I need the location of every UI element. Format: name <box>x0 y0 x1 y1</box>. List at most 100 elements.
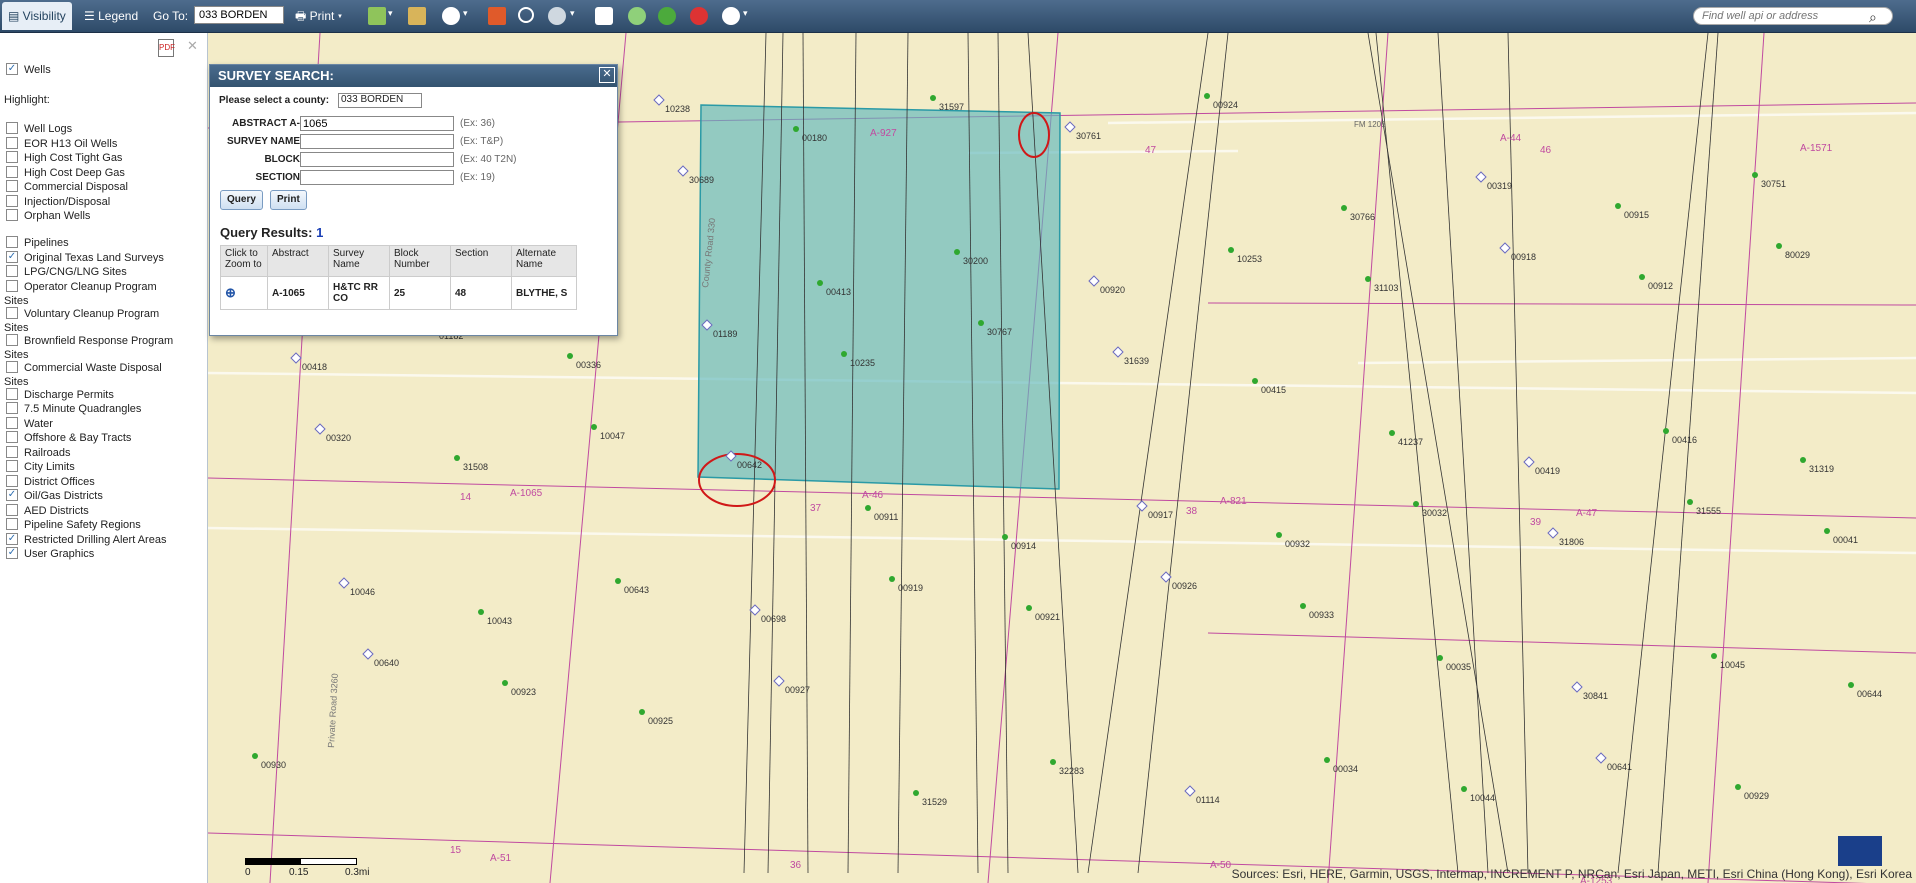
close-icon[interactable]: ✕ <box>599 67 615 83</box>
layers-icon[interactable] <box>408 7 426 25</box>
layer-item[interactable]: Water <box>6 416 53 430</box>
well-label: 00921 <box>1035 612 1060 622</box>
well-symbol <box>1711 653 1717 659</box>
checkbox-icon[interactable] <box>6 236 18 249</box>
layer-item[interactable]: Commercial Disposal <box>6 180 128 193</box>
layer-item[interactable]: Commercial Waste Disposal <box>6 360 162 374</box>
checkbox-icon[interactable] <box>6 333 18 346</box>
checkbox-icon[interactable] <box>6 250 18 263</box>
layer-item[interactable]: Brownfield Response Program <box>6 333 173 347</box>
checkbox-icon[interactable] <box>6 63 18 76</box>
zoom-to-cell[interactable]: ⊕ <box>220 276 268 310</box>
well-label: 30032 <box>1422 508 1447 518</box>
checkbox-icon[interactable] <box>6 136 18 149</box>
layer-item[interactable]: Operator Cleanup Program <box>6 279 157 293</box>
section-input[interactable] <box>300 170 454 185</box>
print-button[interactable]: Print <box>270 190 307 210</box>
magnifier-icon[interactable]: ⊕ <box>225 285 236 300</box>
survey-name-input[interactable] <box>300 134 454 149</box>
full-extent-icon[interactable] <box>595 7 613 25</box>
well-label: 30767 <box>987 327 1012 337</box>
layer-item[interactable]: District Offices <box>6 474 95 488</box>
layer-item[interactable]: High Cost Deep Gas <box>6 165 125 179</box>
layer-item[interactable]: Restricted Drilling Alert Areas <box>6 532 166 546</box>
chevron-down-icon[interactable]: ▾ <box>570 8 575 19</box>
layer-item[interactable]: User Graphics <box>6 547 94 560</box>
county-select[interactable]: 033 BORDEN <box>338 93 422 108</box>
pdf-icon[interactable]: PDF <box>158 39 175 57</box>
query-button[interactable]: Query <box>220 190 263 210</box>
layer-item[interactable]: Pipeline Safety Regions <box>6 518 141 531</box>
clear-icon[interactable] <box>690 7 708 25</box>
zoom-icon[interactable] <box>548 7 566 25</box>
basemap-icon[interactable] <box>368 7 386 25</box>
checkbox-icon[interactable] <box>6 279 18 292</box>
checkbox-icon[interactable] <box>6 445 18 458</box>
abstract-input[interactable] <box>300 116 454 131</box>
layer-item[interactable]: Well Logs <box>6 122 72 135</box>
checkbox-icon[interactable] <box>6 532 18 545</box>
layer-item[interactable]: EOR H13 Oil Wells <box>6 136 117 150</box>
checkbox-icon[interactable] <box>6 431 18 444</box>
layer-item[interactable]: Orphan Wells <box>6 209 90 222</box>
layer-item[interactable]: Original Texas Land Surveys <box>6 250 164 264</box>
flag-icon[interactable] <box>488 7 506 25</box>
checkbox-icon[interactable] <box>6 122 18 135</box>
visibility-tab[interactable]: ▤ Visibility <box>2 2 72 30</box>
checkbox-icon[interactable] <box>6 165 18 178</box>
layer-item[interactable]: High Cost Tight Gas <box>6 151 122 164</box>
checkbox-icon[interactable] <box>6 416 18 429</box>
checkbox-icon[interactable] <box>6 265 18 278</box>
checkbox-icon[interactable] <box>6 194 18 207</box>
layer-item[interactable]: Discharge Permits <box>6 387 114 401</box>
checkbox-icon[interactable] <box>6 306 18 319</box>
refresh-icon[interactable] <box>658 7 676 25</box>
goto-input[interactable] <box>194 6 284 24</box>
close-icon[interactable]: ✕ <box>187 38 198 54</box>
help-icon[interactable] <box>722 7 740 25</box>
search-icon[interactable]: ⌕ <box>1869 5 1877 29</box>
layer-item[interactable]: Oil/Gas Districts <box>6 489 103 502</box>
crosshair-icon[interactable] <box>518 7 534 23</box>
checkbox-icon[interactable] <box>6 518 18 531</box>
chevron-down-icon[interactable]: ▾ <box>463 8 468 19</box>
well-label: 30689 <box>689 175 714 185</box>
layer-item[interactable]: 7.5 Minute Quadrangles <box>6 402 141 415</box>
layer-item[interactable]: Voluntary Cleanup Program <box>6 306 159 320</box>
layer-item[interactable]: Railroads <box>6 445 70 459</box>
toolbar: ▤ Visibility ☰ Legend Go To: 🖶 Print ▾ ▾… <box>0 0 1916 33</box>
info-icon[interactable] <box>442 7 460 25</box>
checkbox-icon[interactable] <box>6 151 18 164</box>
layer-item[interactable]: AED Districts <box>6 503 89 517</box>
layer-item[interactable]: Injection/Disposal <box>6 194 110 208</box>
checkbox-icon[interactable] <box>6 209 18 222</box>
checkbox-icon[interactable] <box>6 360 18 373</box>
chevron-down-icon[interactable]: ▾ <box>388 8 393 19</box>
checkbox-icon[interactable] <box>6 503 18 516</box>
checkbox-icon[interactable] <box>6 387 18 400</box>
well-symbol <box>1136 500 1148 512</box>
checkbox-icon[interactable] <box>6 402 18 415</box>
checkbox-icon[interactable] <box>6 547 18 560</box>
well-label: 00927 <box>785 685 810 695</box>
print-button[interactable]: 🖶 Print ▾ <box>295 4 342 28</box>
well-label: 00641 <box>1607 762 1632 772</box>
search-input[interactable] <box>1693 7 1893 25</box>
chevron-down-icon[interactable]: ▾ <box>743 8 748 19</box>
checkbox-icon[interactable] <box>6 460 18 473</box>
block-input[interactable] <box>300 152 454 167</box>
well-symbol <box>1002 534 1008 540</box>
well-label: 00925 <box>648 716 673 726</box>
well-symbol <box>793 126 799 132</box>
layer-item[interactable]: Pipelines <box>6 236 69 249</box>
checkbox-icon[interactable] <box>6 474 18 487</box>
legend-tab[interactable]: ☰ Legend <box>78 2 144 30</box>
checkbox-icon[interactable] <box>6 489 18 502</box>
layer-item[interactable]: Offshore & Bay Tracts <box>6 431 131 444</box>
layer-wells[interactable]: Wells <box>6 63 51 76</box>
well-label: 10043 <box>487 616 512 626</box>
locate-icon[interactable] <box>628 7 646 25</box>
checkbox-icon[interactable] <box>6 180 18 193</box>
layer-item[interactable]: City Limits <box>6 460 75 473</box>
layer-item[interactable]: LPG/CNG/LNG Sites <box>6 265 127 278</box>
